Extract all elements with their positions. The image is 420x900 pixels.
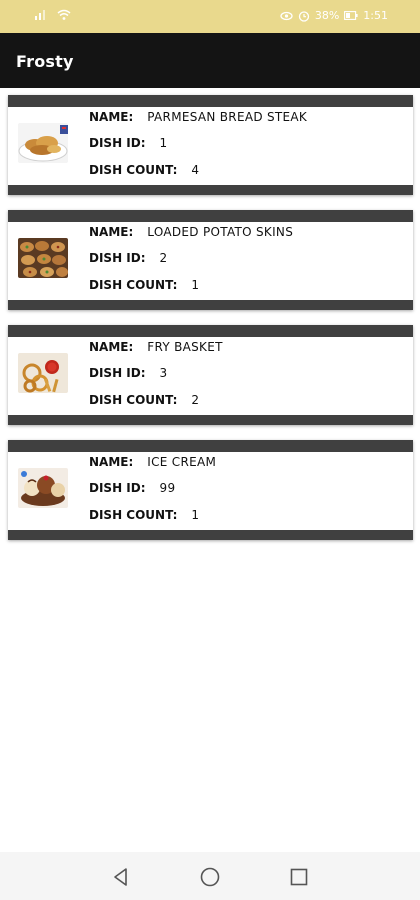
name-row: NAME: ICE CREAM <box>89 455 216 469</box>
app-title: Frosty <box>16 52 74 71</box>
name-row: NAME: PARMESAN BREAD STEAK <box>89 110 307 124</box>
ice-cream-image <box>18 468 68 508</box>
dish-count-row: DISH COUNT: 4 <box>89 163 199 177</box>
dish-count-value: 2 <box>191 393 200 407</box>
status-left-icons <box>34 9 71 21</box>
status-bar: 38% 1:51 <box>0 0 420 33</box>
name-row: NAME: LOADED POTATO SKINS <box>89 225 293 239</box>
name-label: NAME: <box>89 110 134 124</box>
battery-percent: 38% <box>314 9 340 22</box>
name-label: NAME: <box>89 455 134 469</box>
dish-count-value: 4 <box>191 163 200 177</box>
dish-count-row: DISH COUNT: 2 <box>89 393 199 407</box>
name-value: PARMESAN BREAD STEAK <box>147 110 308 124</box>
dish-count-label: DISH COUNT: <box>89 508 178 522</box>
wifi-icon <box>57 9 71 21</box>
dish-id-row: DISH ID: 1 <box>89 136 167 150</box>
card-bottom-stripe <box>8 300 413 310</box>
dish-id-row: DISH ID: 99 <box>89 481 175 495</box>
dish-count-row: DISH COUNT: 1 <box>89 278 199 292</box>
card-bottom-stripe <box>8 185 413 195</box>
eye-icon <box>280 11 293 21</box>
home-icon[interactable] <box>199 866 221 888</box>
name-label: NAME: <box>89 225 134 239</box>
dish-id-label: DISH ID: <box>89 136 146 150</box>
card-top-stripe <box>8 210 413 222</box>
name-label: NAME: <box>89 340 134 354</box>
name-value: ICE CREAM <box>147 455 217 469</box>
bread-steak-image <box>18 123 68 163</box>
card-top-stripe <box>8 440 413 452</box>
back-icon[interactable] <box>110 866 132 888</box>
card-top-stripe <box>8 325 413 337</box>
dish-count-label: DISH COUNT: <box>89 393 178 407</box>
alarm-icon <box>298 10 310 22</box>
card-bottom-stripe <box>8 530 413 540</box>
dish-count-label: DISH COUNT: <box>89 163 178 177</box>
dish-id-row: DISH ID: 3 <box>89 366 167 380</box>
dish-count-row: DISH COUNT: 1 <box>89 508 199 522</box>
dish-id-value: 1 <box>159 136 168 150</box>
app-bar: Frosty <box>0 33 420 88</box>
dish-card[interactable]: NAME: ICE CREAM DISH ID: 99 DISH COUNT: 1 <box>8 440 413 540</box>
dish-list: NAME: PARMESAN BREAD STEAK DISH ID: 1 DISH… <box>8 95 413 555</box>
dish-count-label: DISH COUNT: <box>89 278 178 292</box>
dish-card[interactable]: NAME: FRY BASKET DISH ID: 3 DISH COUNT: 2 <box>8 325 413 425</box>
dish-card[interactable]: NAME: LOADED POTATO SKINS DISH ID: 2 DISH … <box>8 210 413 310</box>
navigation-bar <box>0 852 420 900</box>
dish-id-label: DISH ID: <box>89 366 146 380</box>
card-bottom-stripe <box>8 415 413 425</box>
dish-id-label: DISH ID: <box>89 481 146 495</box>
dish-card[interactable]: NAME: PARMESAN BREAD STEAK DISH ID: 1 DISH… <box>8 95 413 195</box>
battery-icon <box>344 11 358 20</box>
card-top-stripe <box>8 95 413 107</box>
name-value: FRY BASKET <box>147 340 223 354</box>
dish-id-value: 2 <box>159 251 168 265</box>
fry-basket-image <box>18 353 68 393</box>
name-value: LOADED POTATO SKINS <box>147 225 294 239</box>
dish-id-value: 3 <box>159 366 168 380</box>
recents-icon[interactable] <box>288 866 310 888</box>
potato-skins-image <box>18 238 68 278</box>
name-row: NAME: FRY BASKET <box>89 340 223 354</box>
dish-id-label: DISH ID: <box>89 251 146 265</box>
dish-count-value: 1 <box>191 278 200 292</box>
signal-icon <box>34 9 48 21</box>
dish-id-row: DISH ID: 2 <box>89 251 167 265</box>
dish-id-value: 99 <box>159 481 176 495</box>
status-right-icons: 38% 1:51 <box>280 9 388 22</box>
clock-time: 1:51 <box>363 9 388 22</box>
dish-count-value: 1 <box>191 508 200 522</box>
